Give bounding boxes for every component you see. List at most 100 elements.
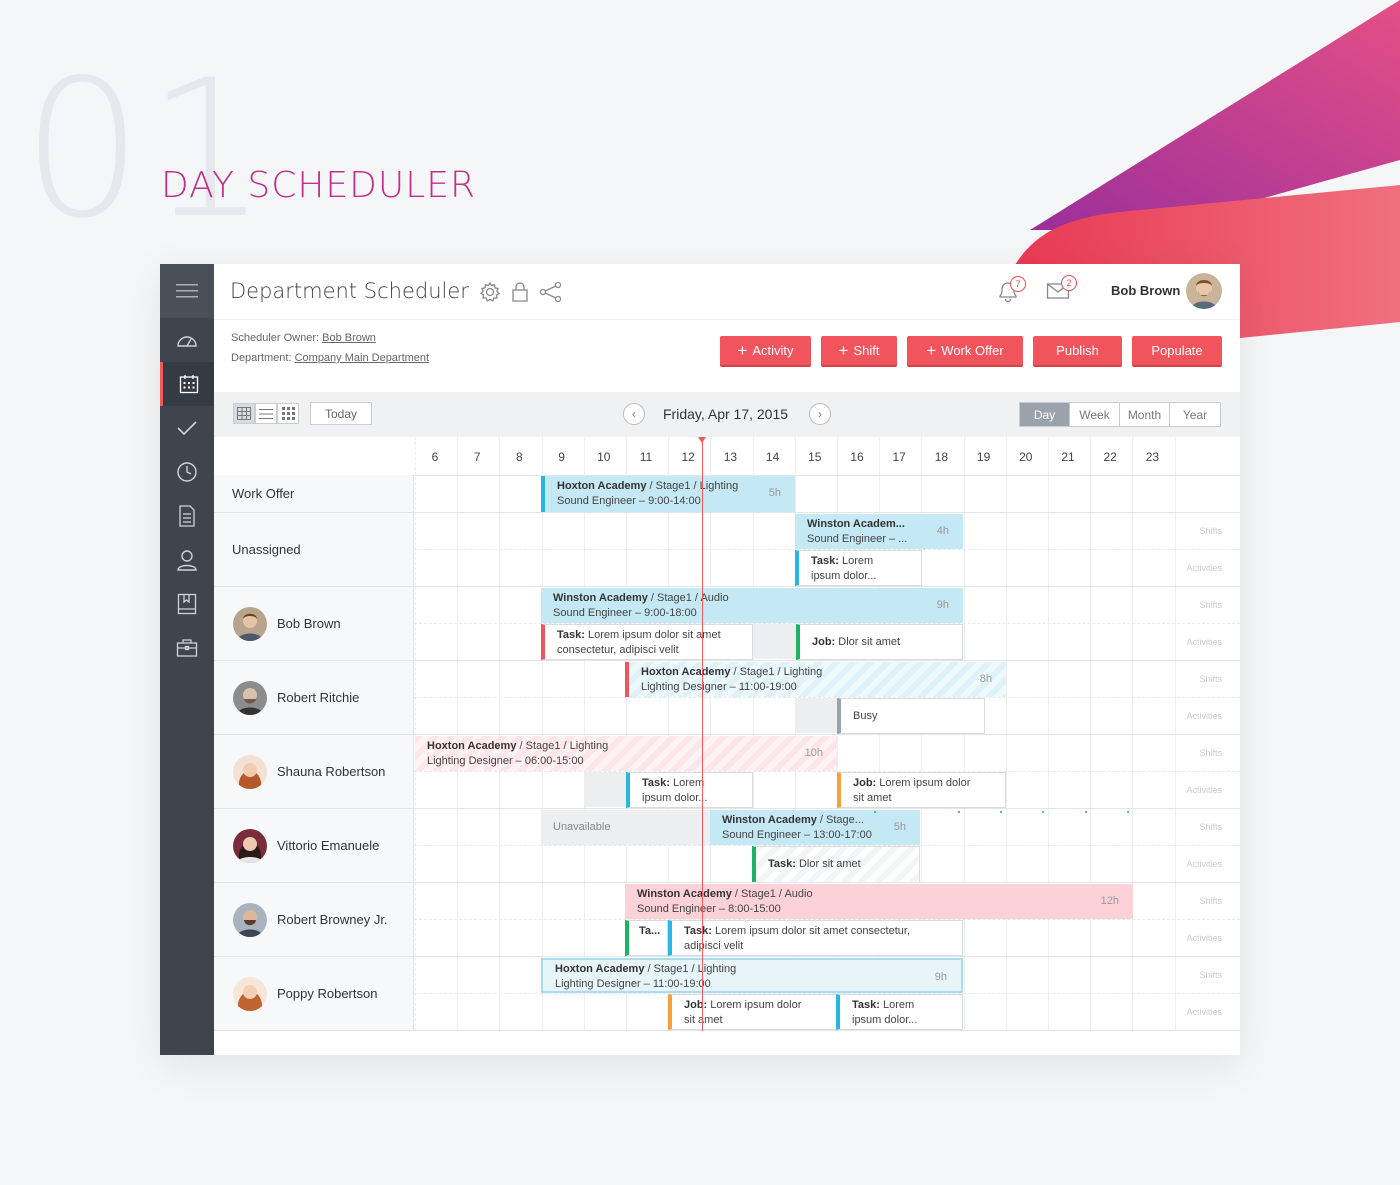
unavailable-block (584, 772, 626, 807)
activity-label: Activity (752, 343, 794, 358)
row-unassigned: Unassigned Shifts Activities (214, 513, 1240, 587)
range-month-button[interactable]: Month (1120, 403, 1170, 426)
bob-brown-job[interactable]: Job: Dlor sit amet (796, 624, 963, 660)
user-icon[interactable] (160, 538, 214, 582)
previous-day-chevron-left-icon[interactable]: ‹ (623, 403, 645, 425)
lane-label-shifts: Shifts (1199, 970, 1222, 980)
shauna-robertson-shift[interactable]: Hoxton Academy / Stage1 / Lighting Light… (415, 736, 837, 771)
event-label: Job: (812, 636, 836, 648)
department-label: Department: (231, 352, 292, 364)
event-place: Winston Academy (637, 888, 732, 900)
range-day-button[interactable]: Day (1020, 403, 1070, 426)
vittorio-emanuele-shift[interactable]: Winston Academy / Stage... Sound Enginee… (710, 810, 920, 845)
event-title: Task: Dlor sit amet (768, 857, 907, 872)
briefcase-icon[interactable] (160, 626, 214, 670)
notifications-badge: 7 (1010, 276, 1026, 292)
check-icon[interactable] (160, 406, 214, 450)
event-text-2: consectetur, adipisci velit (557, 644, 679, 656)
hour-label: 23 (1145, 450, 1160, 464)
unavailable-block (752, 624, 796, 659)
hour-label: 21 (1061, 450, 1075, 464)
unassigned-task[interactable]: Task: Lorem ipsum dolor... (795, 550, 922, 586)
lane-label-shifts: Shifts (1199, 748, 1222, 758)
event-label: Task: (642, 777, 670, 789)
hour-label: 7 (473, 450, 481, 464)
event-text-2: adipisci velit (684, 940, 744, 952)
event-title: Winston Academy / Stage... (722, 813, 908, 828)
event-title: Job: Lorem ipsum dolor (853, 776, 993, 791)
bob-brown-shift[interactable]: Winston Academy / Stage1 / Audio Sound E… (541, 588, 963, 623)
robert-ritchie-busy[interactable]: Busy (837, 698, 985, 734)
poppy-robertson-shift[interactable]: Hoxton Academy / Stage1 / Lighting Light… (541, 958, 963, 993)
today-button[interactable]: Today (310, 402, 372, 425)
row-name: Work Offer (232, 486, 295, 501)
row-name: Unassigned (232, 542, 301, 557)
notifications-bell-icon[interactable]: 7 (996, 276, 1026, 307)
poppy-robertson-job[interactable]: Job: Lorem ipsum dolor sit amet (668, 994, 837, 1030)
event-title: Job: Dlor sit amet (812, 635, 950, 650)
document-icon[interactable] (160, 494, 214, 538)
user-name[interactable]: Bob Brown (1111, 283, 1180, 298)
poppy-robertson-task[interactable]: Task: Lorem ipsum dolor... (836, 994, 963, 1030)
event-role: Sound Engineer – 8:00-15:00 (637, 903, 781, 915)
book-icon[interactable] (160, 582, 214, 626)
event-text: Busy (853, 710, 878, 722)
robert-browney-task[interactable]: Task: Lorem ipsum dolor sit amet consect… (668, 920, 963, 956)
row-label: Poppy Robertson (214, 957, 414, 1030)
vittorio-emanuele-task[interactable]: Task: Dlor sit amet (752, 846, 920, 882)
lock-icon[interactable] (511, 281, 529, 308)
event-label: Task: (684, 925, 712, 937)
hour-label: 17 (892, 450, 906, 464)
event-text: Lorem (838, 555, 874, 567)
event-text-2: ipsum dolor... (642, 792, 708, 804)
range-year-button[interactable]: Year (1170, 403, 1220, 426)
event-label: Task: (852, 999, 880, 1011)
event-text: Unavailable (553, 821, 611, 833)
tile-view-icon[interactable] (277, 403, 299, 424)
row-name: Shauna Robertson (277, 764, 386, 779)
robert-ritchie-shift[interactable]: Hoxton Academy / Stage1 / Lighting Light… (625, 662, 1006, 697)
next-day-chevron-right-icon[interactable]: › (809, 403, 831, 425)
menu-icon[interactable] (160, 264, 214, 318)
hour-label: 10 (597, 450, 611, 464)
event-place: Winston Academy (722, 814, 817, 826)
event-title: Task: Lorem ipsum dolor sit amet (557, 628, 740, 643)
avatar (233, 606, 267, 641)
event-title: Ta... (639, 924, 660, 939)
owner-link[interactable]: Bob Brown (322, 332, 376, 344)
work-offer-shift[interactable]: Hoxton Academy / Stage1 / Lighting Sound… (541, 476, 795, 512)
plus-icon: + (838, 341, 849, 360)
event-text: Lorem ipsum dolor sit amet (584, 629, 721, 641)
marker-dot (1000, 811, 1002, 813)
add-work-offer-button[interactable]: + Work Offer (907, 336, 1023, 365)
clock-icon[interactable] (160, 450, 214, 494)
shauna-robertson-job[interactable]: Job: Lorem ipsum dolor sit amet (837, 772, 1006, 808)
robert-browney-task-short[interactable]: Ta... (625, 920, 668, 956)
range-week-button[interactable]: Week (1070, 403, 1120, 426)
scheduler-toolbar: Today ‹ Friday, Apr 17, 2015 › Day Week … (214, 392, 1240, 437)
publish-button[interactable]: Publish (1033, 336, 1122, 365)
settings-icon[interactable] (479, 281, 501, 308)
dashboard-icon[interactable] (160, 318, 214, 362)
department-link[interactable]: Company Main Department (295, 352, 430, 364)
row-name: Robert Ritchie (277, 690, 360, 705)
add-shift-button[interactable]: + Shift (821, 336, 897, 365)
event-title: Task: Lorem (852, 998, 950, 1013)
add-activity-button[interactable]: + Activity (720, 336, 811, 365)
event-place: Hoxton Academy (555, 963, 645, 975)
calendar-icon[interactable] (160, 362, 214, 406)
event-text: Lorem (879, 999, 915, 1011)
owner-label: Scheduler Owner: (231, 332, 320, 344)
event-place: Hoxton Academy (557, 480, 647, 492)
populate-button[interactable]: Populate (1132, 336, 1222, 365)
share-icon[interactable] (539, 281, 563, 308)
event-path: / Stage1 / Lighting (646, 480, 739, 492)
messages-envelope-icon[interactable]: 2 (1046, 275, 1077, 306)
shauna-robertson-task[interactable]: Task: Lorem ipsum dolor... (626, 772, 753, 808)
unassigned-shift[interactable]: Winston Academ... Sound Engineer – ... 4… (795, 514, 963, 549)
grid-view-icon[interactable] (233, 403, 255, 424)
event-title: Winston Academy / Stage1 / Audio (553, 591, 951, 606)
list-view-icon[interactable] (255, 403, 277, 424)
user-avatar[interactable] (1186, 273, 1222, 309)
bob-brown-task[interactable]: Task: Lorem ipsum dolor sit amet consect… (541, 624, 753, 660)
